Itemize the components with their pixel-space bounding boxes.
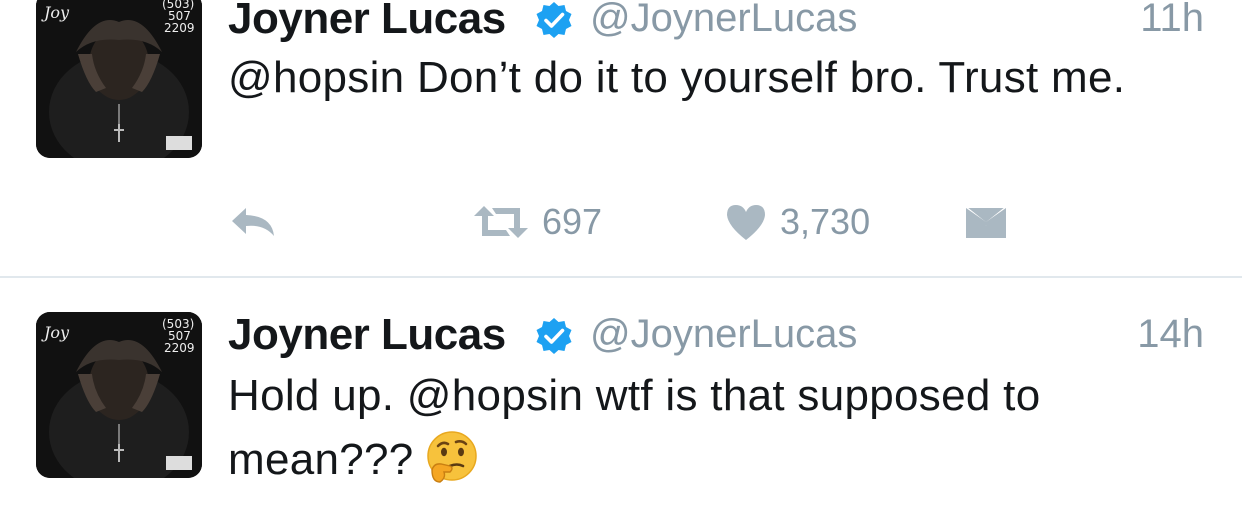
- avatar-text: 2209: [164, 21, 195, 35]
- svg-text:Joy: Joy: [41, 323, 70, 342]
- verified-badge-icon: [536, 2, 572, 38]
- tweet[interactable]: Joy (503) 507 2209 Joyner Lucas @JoynerL…: [0, 276, 1242, 530]
- avatar[interactable]: Joy (503) 507 2209: [36, 0, 202, 158]
- tweet-header: Joyner Lucas @JoynerLucas 14h: [228, 310, 1204, 370]
- envelope-icon: [965, 206, 1007, 238]
- tweet-text: Hold up. @hopsin wtf is that supposed to…: [228, 364, 1188, 492]
- username-handle[interactable]: @JoynerLucas: [590, 0, 857, 41]
- avatar-image: Joy (503) 507 2209: [36, 312, 202, 478]
- verified-badge-icon: [536, 318, 572, 354]
- avatar-text: 2209: [164, 341, 195, 355]
- timestamp[interactable]: 14h: [1137, 312, 1204, 357]
- heart-icon: [727, 205, 765, 240]
- reply-icon: [232, 208, 274, 236]
- like-count: 3,730: [780, 201, 871, 242]
- display-name[interactable]: Joyner Lucas: [228, 0, 506, 44]
- avatar[interactable]: Joy (503) 507 2209: [36, 312, 202, 478]
- display-name[interactable]: Joyner Lucas: [228, 310, 506, 360]
- reply-button[interactable]: [228, 196, 278, 248]
- tweet-text: @hopsin Don’t do it to yourself bro. Tru…: [228, 53, 1126, 102]
- svg-text:Joy: Joy: [41, 3, 70, 22]
- retweet-button[interactable]: 697: [472, 196, 602, 248]
- tweet[interactable]: Joy (503) 507 2209 Joyner Lucas @JoynerL…: [0, 0, 1242, 276]
- retweet-count: 697: [542, 201, 603, 242]
- like-button[interactable]: 3,730: [724, 196, 870, 248]
- timestamp[interactable]: 11h: [1140, 0, 1204, 41]
- direct-message-button[interactable]: [964, 196, 1008, 248]
- username-handle[interactable]: @JoynerLucas: [590, 312, 857, 357]
- tweet-text-content: Hold up. @hopsin wtf is that supposed to…: [228, 371, 1041, 484]
- tweet-actions: 697 3,730: [228, 196, 1128, 248]
- retweet-icon: [474, 206, 528, 238]
- avatar-image: Joy (503) 507 2209: [36, 0, 202, 158]
- thinking-face-icon: [426, 431, 477, 484]
